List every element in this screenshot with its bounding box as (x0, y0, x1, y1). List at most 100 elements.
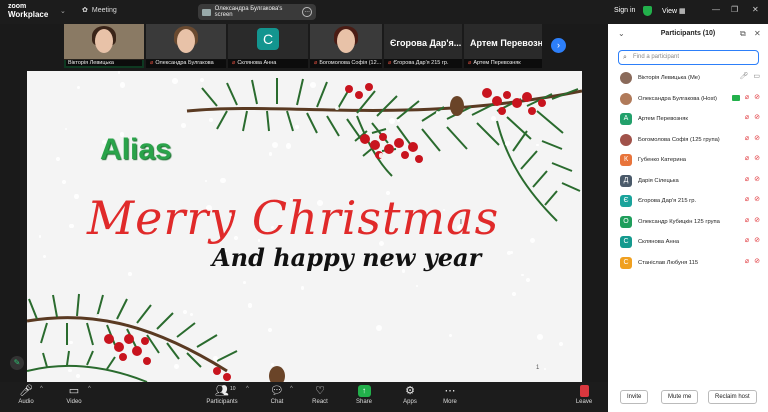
react-button[interactable]: ♡ React (308, 385, 332, 405)
participant-row[interactable]: Олександра Булгакова (Host) ⌀ ⊘ (608, 89, 768, 110)
annotate-pencil-icon[interactable]: ✎ (10, 356, 24, 370)
share-button[interactable]: ↑ Share (352, 385, 376, 405)
share-label: Share (355, 399, 372, 405)
video-off-icon[interactable]: ⊘ (754, 257, 760, 265)
video-off-icon[interactable]: ⊘ (754, 175, 760, 183)
video-off-icon[interactable]: ⊘ (754, 93, 760, 101)
participant-tile[interactable]: С ⌀ Склянова Анна (228, 24, 308, 68)
muted-mic-icon[interactable]: ⌀ (745, 154, 749, 162)
filmstrip-next-button[interactable]: › (551, 38, 566, 53)
chat-button[interactable]: 💬︎ Chat ^ (266, 385, 293, 405)
muted-mic-icon[interactable]: ⌀ (745, 134, 749, 142)
chevron-up-icon[interactable]: ^ (290, 386, 293, 392)
snowflake (536, 334, 543, 341)
zoom-meeting-window: zoom Workplace ⌄ ✿ Meeting Олександра Бу… (0, 0, 768, 412)
snowflake (38, 235, 41, 238)
view-button[interactable]: View ▦ (662, 7, 686, 15)
video-filmstrip: Вікторія Левицька ⌀ Олександра Булгакова С ⌀… (64, 24, 542, 70)
panel-actions: Invite Mute me Reclaim host (608, 390, 768, 406)
participant-tile[interactable]: Артем Перевозн... ⌀Артем Перевозняк (464, 24, 542, 68)
muted-mic-icon: ⌀ (150, 60, 154, 66)
participant-avatar: А (620, 113, 632, 126)
participant-row[interactable]: О Олександр Кубицкін 125 група ⌀ ⊘ (608, 212, 768, 233)
participant-caption: ⌀ Богомолова Софія (12... (310, 59, 382, 68)
participant-tile[interactable]: Вікторія Левицька (64, 24, 144, 68)
video-off-icon[interactable]: ⊘ (754, 195, 760, 203)
video-camera-icon[interactable]: ▭ (753, 72, 760, 80)
muted-mic-icon[interactable]: ⌀ (745, 257, 749, 265)
invite-button[interactable]: Invite (620, 390, 649, 404)
close-icon[interactable]: ✕ (752, 5, 759, 14)
restore-icon[interactable]: ❐ (731, 5, 738, 14)
participant-name: Вікторія Левицька (Me) (638, 75, 700, 82)
participants-label: Participants (206, 399, 238, 405)
snowflake (173, 363, 179, 369)
muted-mic-icon[interactable]: ⌀ (745, 175, 749, 183)
share-screen-icon: ↑ (357, 385, 371, 397)
paw-icon: ✿ (82, 7, 88, 14)
participant-avatar: С (620, 256, 632, 269)
slide-page-number: 1 (536, 365, 540, 371)
chevron-up-icon[interactable]: ^ (88, 386, 91, 392)
video-off-icon[interactable]: ⊘ (754, 216, 760, 224)
video-off-icon[interactable]: ⊘ (754, 236, 760, 244)
chevron-up-icon[interactable]: ^ (246, 386, 249, 392)
minimize-icon[interactable]: — (712, 5, 720, 14)
participant-row[interactable]: С Склянова Анна ⌀ ⊘ (608, 232, 768, 253)
participant-avatar: К (620, 154, 632, 167)
participant-avatar: Є (620, 195, 632, 208)
video-button[interactable]: ▭ Video ^ (62, 385, 90, 405)
muted-mic-icon[interactable]: ⌀ (745, 195, 749, 203)
mute-me-button[interactable]: Mute me (661, 390, 699, 404)
snowflake (119, 82, 126, 88)
video-off-icon[interactable]: ⊘ (754, 134, 760, 142)
audio-button[interactable]: 🎤︎ Audio ^ (14, 385, 43, 405)
video-off-icon[interactable]: ⊘ (754, 154, 760, 162)
participant-tile[interactable]: Єгорова Дар'я... ⌀ Єгорова Дар'я 215 гр. (384, 24, 462, 68)
muted-mic-icon[interactable]: ⌀ (745, 236, 749, 244)
reclaim-host-button[interactable]: Reclaim host (708, 390, 757, 404)
leave-button[interactable]: Leave (572, 385, 596, 405)
popout-icon[interactable]: ⧉ (740, 29, 746, 39)
participants-button[interactable]: 👥︎ Participants 10 ^ (204, 385, 249, 405)
signin-link[interactable]: Sign in (614, 7, 635, 14)
participant-row[interactable]: С Станіслав Любуня 115 ⌀ ⊘ (608, 253, 768, 274)
share-indicator-pill[interactable]: Олександра Булгакова's screen … (198, 4, 316, 20)
participant-row[interactable]: Д Дарія Сілецька ⌀ ⊘ (608, 171, 768, 192)
snowflake (212, 355, 218, 361)
participant-search-input[interactable]: ⌕ Find a participant (618, 50, 759, 65)
participant-row[interactable]: К Губенко Катерина ⌀ ⊘ (608, 150, 768, 171)
snowflake (490, 115, 497, 121)
muted-mic-icon[interactable]: ⌀ (745, 216, 749, 224)
participant-row[interactable]: А Артем Перевозняк ⌀ ⊘ (608, 109, 768, 130)
participant-tile[interactable]: ⌀ Олександра Булгакова (146, 24, 226, 68)
participant-row[interactable]: Вікторія Левицька (Me) 🎤︎ ▭ (608, 68, 768, 89)
leave-door-icon (579, 385, 589, 397)
close-icon[interactable]: ✕ (754, 29, 761, 38)
participant-tile[interactable]: ⌀ Богомолова Софія (12... (310, 24, 382, 68)
microphone-icon[interactable]: 🎤︎ (739, 72, 748, 80)
snowflake (309, 81, 316, 88)
more-dots-icon: ⋯ (444, 385, 456, 397)
shield-icon[interactable] (643, 6, 652, 16)
participant-status: ⌀ ⊘ (745, 216, 760, 224)
participant-name: Олександр Кубицкін 125 група (638, 218, 720, 225)
participant-caption: Вікторія Левицька (64, 59, 144, 68)
muted-mic-icon[interactable]: ⌀ (745, 93, 749, 101)
meeting-menu[interactable]: ✿ Meeting (82, 6, 117, 15)
shared-screen[interactable]: Alias Merry Christmas And happy new year… (27, 71, 582, 382)
participant-caption: ⌀ Олександра Булгакова (146, 59, 226, 68)
participant-status: ⌀ ⊘ (745, 113, 760, 121)
participant-row[interactable]: Богомолова Софія (125 група) ⌀ ⊘ (608, 130, 768, 151)
participant-row[interactable]: Є Єгорова Дар'я 215 гр. ⌀ ⊘ (608, 191, 768, 212)
chevron-up-icon[interactable]: ^ (40, 386, 43, 392)
muted-mic-icon[interactable]: ⌀ (745, 113, 749, 121)
video-off-icon[interactable]: ⊘ (754, 113, 760, 121)
berries-top (345, 83, 546, 163)
chevron-down-icon[interactable]: ⌄ (60, 7, 66, 15)
snowflake (76, 374, 80, 378)
more-options-icon[interactable]: … (302, 7, 312, 17)
snowflake (385, 190, 390, 195)
apps-button[interactable]: ⚙ Apps (398, 385, 422, 405)
more-button[interactable]: ⋯ More (438, 385, 462, 405)
